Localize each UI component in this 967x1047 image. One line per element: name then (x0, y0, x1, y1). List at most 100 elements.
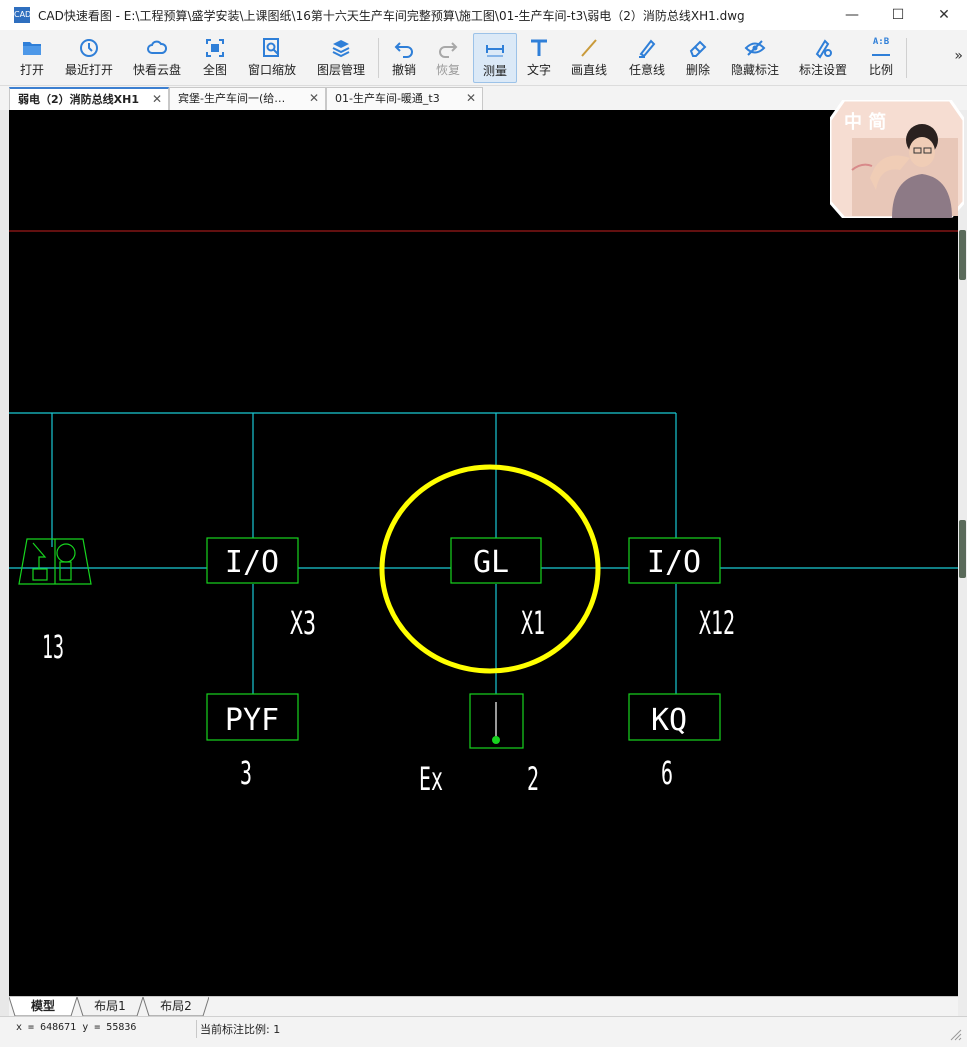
x3-label: X3 (290, 604, 316, 642)
redo-button[interactable]: 恢复 (430, 33, 466, 83)
right-slider-handle-top[interactable] (959, 230, 966, 280)
toolbar-separator (378, 38, 379, 78)
history-icon (80, 39, 98, 57)
io-label: I/O (225, 545, 279, 580)
device-horn (32, 542, 47, 569)
redo-label: 恢复 (435, 63, 460, 77)
more-tools-chevron-icon[interactable]: » (954, 48, 963, 64)
pen-icon (639, 39, 656, 58)
scale-button[interactable]: A:B 比例 (862, 33, 900, 83)
freehand-line-button[interactable]: 任意线 (624, 33, 670, 83)
toolbar-separator (906, 38, 907, 78)
cad-viewer-window: CAD CAD快速看图 - E:\工程预算\盛学安装\上课图纸\16第十六天生产… (0, 0, 967, 1047)
tab-model[interactable]: 模型 (15, 997, 71, 1016)
kq-label: KQ (651, 703, 687, 738)
ex-label: Ex (419, 760, 443, 798)
count-label-6: 6 (661, 754, 673, 792)
fit-all-button[interactable]: 全图 (196, 33, 234, 83)
minimize-button[interactable]: — (829, 0, 875, 30)
tab-layout-2[interactable]: 布局2 (149, 997, 203, 1016)
hide-annotation-button[interactable]: 隐藏标注 (726, 33, 784, 83)
window-title: CAD快速看图 - E:\工程预算\盛学安装\上课图纸\16第十六天生产车间完整… (38, 9, 745, 23)
app-icon: CAD (14, 7, 31, 23)
avatar-text: 中 简 (844, 111, 886, 133)
pyf-module[interactable]: PYF (206, 693, 299, 741)
annotation-settings-label: 标注设置 (798, 63, 847, 77)
window-zoom-button[interactable]: 窗口缩放 (244, 33, 300, 83)
pyf-label: PYF (225, 703, 279, 738)
eraser-icon (689, 40, 707, 57)
status-separator (196, 1020, 197, 1038)
line-icon (581, 39, 597, 57)
tab-close-icon[interactable]: ✕ (309, 88, 319, 109)
tab-document-2[interactable]: 宾堡-生产车间一(给… ✕ (169, 87, 326, 110)
zoom-window-icon (263, 38, 280, 57)
tab-document-1[interactable]: 弱电（2）消防总线XH1 ✕ (9, 87, 169, 110)
io-module-x12[interactable]: I/O (628, 537, 721, 584)
delete-button[interactable]: 删除 (680, 33, 716, 83)
scale-icon: A:B (870, 37, 892, 59)
right-edge-panel (958, 110, 967, 1020)
text-icon (531, 39, 547, 56)
count-label-3: 3 (240, 754, 252, 792)
tab-layout-1[interactable]: 布局1 (83, 997, 137, 1016)
tab-close-icon[interactable]: ✕ (466, 88, 476, 109)
resize-grip-icon[interactable] (948, 1027, 962, 1041)
cloud-icon (147, 40, 168, 54)
undo-icon (394, 42, 413, 58)
tab-document-3[interactable]: 01-生产车间-暖通_t3 ✕ (326, 87, 483, 110)
cloud-drive-button[interactable]: 快看云盘 (128, 33, 186, 83)
undo-button[interactable]: 撤销 (386, 33, 422, 83)
ex-indicator-dot (492, 736, 500, 744)
fit-icon (206, 39, 224, 57)
open-button[interactable]: 打开 (10, 33, 54, 83)
open-label: 打开 (19, 63, 44, 77)
drawing-canvas[interactable]: I/O GL I/O PYF KQ 13 X3 X1 X12 3 Ex 2 6 (9, 110, 958, 996)
eye-hide-icon (744, 40, 766, 56)
main-toolbar: 打开 最近打开 快看云盘 全图 窗口缩放 图层管理 撤销 恢复 测量 文字 画直… (0, 30, 967, 86)
tab-label: 01-生产车间-暖通_t3 (335, 92, 440, 105)
layout-tabs: 模型 布局1 布局2 (9, 996, 958, 1017)
draw-line-button[interactable]: 画直线 (566, 33, 612, 83)
freehand-line-label: 任意线 (628, 63, 665, 77)
io-module-x3[interactable]: I/O (206, 537, 299, 584)
cad-drawing[interactable]: I/O GL I/O PYF KQ 13 X3 X1 X12 3 Ex 2 6 (9, 110, 958, 996)
text-button[interactable]: 文字 (522, 33, 556, 83)
scale-ruler (872, 48, 890, 56)
tab-label: 宾堡-生产车间一(给… (178, 92, 286, 105)
measure-icon (486, 45, 504, 57)
kq-module[interactable]: KQ (628, 693, 721, 741)
folder-icon (23, 42, 41, 55)
gl-label: GL (473, 545, 509, 580)
tab-close-icon[interactable]: ✕ (152, 89, 162, 110)
annotation-settings-button[interactable]: 标注设置 (794, 33, 852, 83)
document-tabs: 弱电（2）消防总线XH1 ✕ 宾堡-生产车间一(给… ✕ 01-生产车间-暖通_… (0, 86, 967, 110)
redo-icon (439, 42, 458, 58)
x12-label: X12 (699, 604, 735, 642)
scale-label-tool: 比例 (868, 63, 893, 77)
avatar-image: 中 简 (828, 98, 966, 220)
draw-line-label: 画直线 (570, 63, 607, 77)
gl-module-x1[interactable]: GL (450, 537, 542, 584)
right-slider-handle-middle[interactable] (959, 520, 966, 578)
count-label-2: 2 (527, 760, 539, 798)
annotation-scale-status: 当前标注比例: 1 (200, 1023, 281, 1036)
window-zoom-label: 窗口缩放 (247, 63, 296, 77)
cursor-coordinates: x = 648671 y = 55836 (16, 1022, 137, 1033)
measure-button[interactable]: 测量 (473, 33, 517, 83)
layer-manager-button[interactable]: 图层管理 (312, 33, 370, 83)
close-button[interactable]: ✕ (921, 0, 967, 30)
io-label: I/O (647, 545, 701, 580)
layers-icon (332, 40, 350, 58)
recent-open-button[interactable]: 最近打开 (60, 33, 118, 83)
ex-device[interactable] (469, 693, 524, 749)
tab-label: 弱电（2）消防总线XH1 (18, 93, 139, 106)
text-label: 文字 (526, 63, 551, 77)
alarm-device-symbol[interactable] (18, 538, 92, 585)
maximize-button[interactable]: ☐ (875, 0, 921, 30)
layer-manager-label: 图层管理 (316, 63, 365, 77)
avatar[interactable]: 中 简 (828, 98, 966, 220)
left-edge-panel (0, 110, 9, 1020)
recent-open-label: 最近打开 (64, 63, 113, 77)
delete-label: 删除 (685, 63, 710, 77)
